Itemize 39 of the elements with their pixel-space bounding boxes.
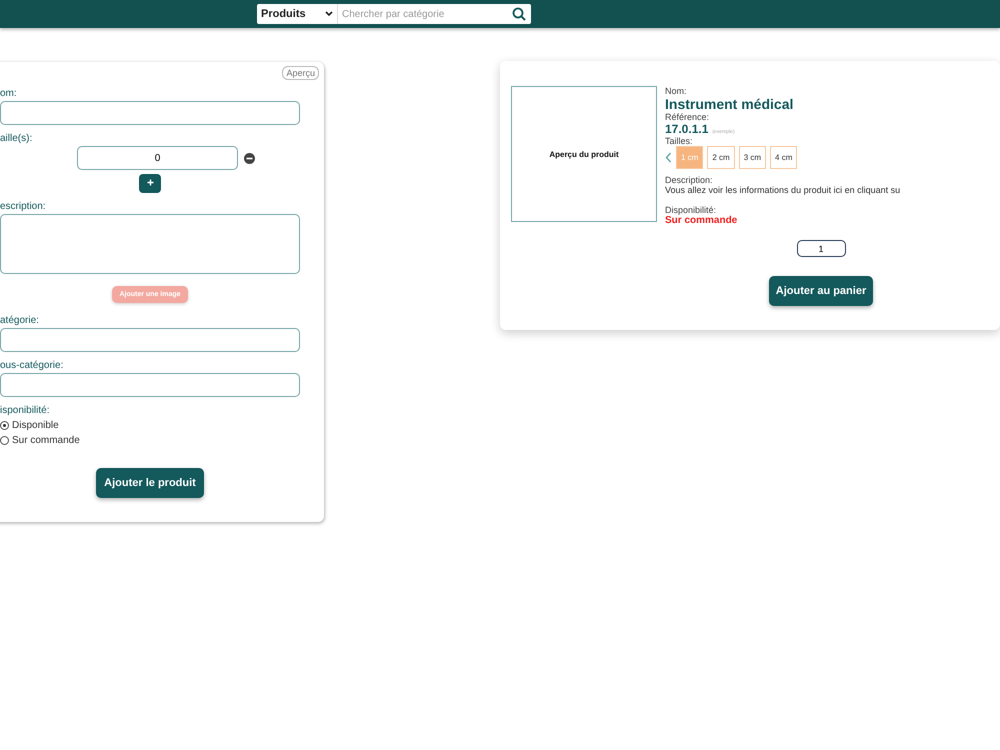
field-label: ous-catégorie: [0, 360, 64, 371]
size-field[interactable]: 0 [77, 146, 238, 170]
size-option[interactable]: 4 cm [770, 146, 798, 169]
chevron-down-icon [325, 11, 333, 17]
sizes-label: Tailles: [665, 136, 694, 146]
reference-label: Référence: [665, 112, 710, 122]
size-option[interactable]: 2 cm [707, 146, 735, 169]
radio-label: Disponible [12, 420, 59, 431]
add-to-cart-button[interactable]: Ajouter au panier [768, 276, 874, 306]
description-field[interactable] [0, 214, 300, 274]
text-field[interactable] [0, 373, 300, 397]
availability-label: Disponibilité: [665, 205, 718, 215]
product-name: Instrument médical [665, 96, 794, 112]
field-label: atégorie: [0, 315, 40, 326]
size-option[interactable]: 3 cm [738, 146, 766, 169]
text-field[interactable] [0, 101, 300, 125]
name-label: Nom: [665, 86, 688, 96]
search-field[interactable]: Produits Chercher par catégorie [257, 4, 531, 24]
radio-button[interactable] [0, 436, 9, 445]
text-field[interactable] [0, 328, 300, 352]
image-placeholder-text: Aperçu du produit [549, 150, 619, 158]
field-label: om: [0, 88, 18, 99]
field-label: aille(s): [0, 133, 34, 144]
preview-button[interactable]: Aperçu [282, 66, 319, 80]
add-product-button[interactable]: Ajouter le produit [96, 468, 204, 498]
description-text: Vous allez voir les informations du produit ici en cliquant su [665, 185, 902, 195]
remove-icon[interactable] [244, 152, 255, 164]
field-label: escription: [0, 201, 47, 212]
search-icon[interactable] [512, 7, 526, 21]
description-label: Description: [665, 175, 714, 185]
availability-status: Sur commande [665, 215, 738, 226]
reference-number: 17.0.1.1 [665, 122, 708, 136]
field-label: isponibilité: [0, 405, 50, 416]
radio-label: Sur commande [12, 435, 80, 446]
radio-button[interactable] [0, 421, 9, 430]
add-size-button[interactable] [139, 174, 161, 193]
plus-icon [146, 179, 154, 186]
quantity-field[interactable]: 1 [796, 240, 846, 257]
chevron-left-icon[interactable] [665, 152, 672, 163]
